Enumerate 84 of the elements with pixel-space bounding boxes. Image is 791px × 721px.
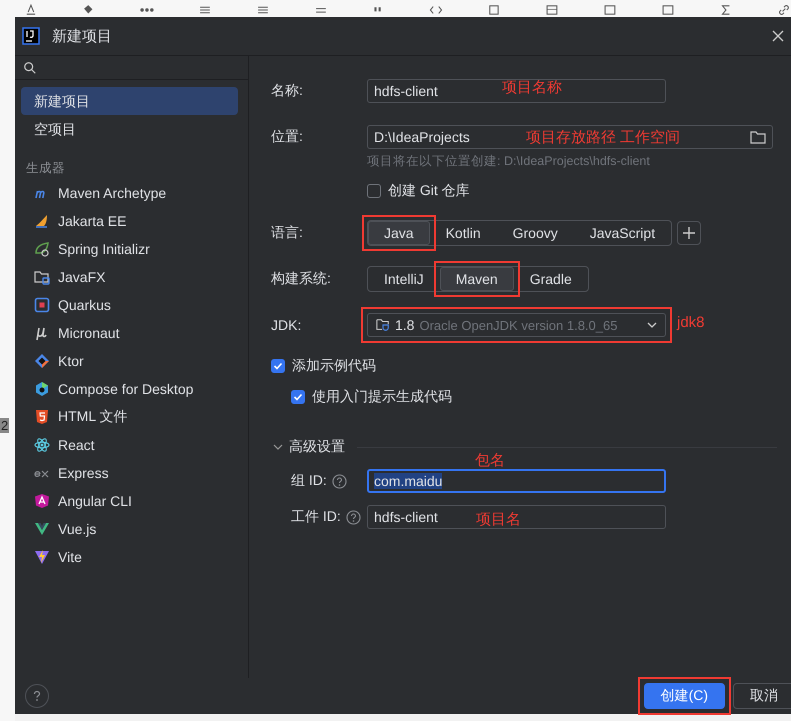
diamond-icon	[34, 353, 50, 369]
field-label: 位置:	[271, 128, 303, 144]
generator-item[interactable]: JavaFX	[58, 269, 106, 285]
generator-item[interactable]: Angular CLI	[58, 493, 132, 509]
sidebar-item[interactable]: 新建项目	[21, 87, 238, 115]
segment-option[interactable]: Maven	[440, 267, 514, 291]
add-button[interactable]	[677, 221, 702, 245]
toolbar-icon	[24, 3, 38, 17]
leaf-power-icon	[34, 241, 50, 257]
checkbox-label: 使用入门提示生成代码	[312, 388, 452, 406]
generator-item[interactable]: Spring Initializr	[58, 241, 150, 257]
folder-icon	[750, 130, 766, 144]
generator-item[interactable]: Vite	[58, 549, 82, 565]
hexagon-icon	[34, 381, 50, 397]
generator-item[interactable]: Ktor	[58, 353, 84, 369]
cancel-button[interactable]: 取消	[733, 683, 791, 709]
question-mark-icon	[31, 690, 43, 702]
shield-a-icon	[34, 493, 50, 509]
annotation-note: 项目名	[476, 510, 521, 529]
generator-item[interactable]: Compose for Desktop	[58, 381, 194, 397]
checkbox-label: 添加示例代码	[292, 357, 376, 375]
toolbar-icon	[487, 3, 502, 17]
segment-option[interactable]: JavaScript	[574, 221, 672, 245]
generator-item[interactable]: Express	[58, 465, 109, 481]
app-logo-icon	[22, 27, 40, 45]
atom-icon	[34, 437, 50, 453]
annotation-note: jdk8	[677, 314, 705, 331]
folder-icon	[34, 269, 50, 285]
create-button[interactable]: 创建(C)	[644, 683, 725, 709]
segment-option[interactable]: IntelliJ	[368, 267, 440, 291]
field-label: 工件 ID:	[291, 508, 341, 526]
line-number: 2	[0, 418, 10, 433]
generator-item[interactable]: Micronaut	[58, 325, 120, 341]
plus-icon	[682, 226, 696, 240]
field-label: 组 ID:	[291, 472, 327, 490]
checkbox[interactable]	[271, 359, 285, 373]
segment-option[interactable]: Gradle	[514, 267, 588, 291]
jdk-dropdown[interactable]: 1.8 Oracle OpenJDK version 1.8.0_65	[367, 313, 666, 337]
segment-option[interactable]: Java	[368, 221, 430, 245]
location-hint: 项目将在以下位置创建: D:\IdeaProjects\hdfs-client	[367, 153, 651, 170]
square-logo-icon	[34, 297, 50, 313]
field-label: 构建系统:	[271, 270, 331, 286]
help-button[interactable]	[25, 684, 49, 708]
segment-option[interactable]: Groovy	[496, 221, 574, 245]
toolbar-icon	[545, 3, 560, 17]
close-button[interactable]	[771, 29, 785, 43]
checkmark-icon	[273, 361, 283, 371]
input-field[interactable]: D:\IdeaProjects 项目存放路径 工作空间	[367, 125, 773, 149]
input-field[interactable]: hdfs-client 项目名称	[367, 79, 666, 103]
annotation-note: 项目名称	[502, 78, 562, 97]
bolt-triangle-icon	[34, 549, 50, 565]
generator-item[interactable]: HTML 文件	[58, 408, 128, 426]
help-icon	[346, 510, 361, 524]
checkmark-icon	[293, 392, 303, 402]
segment-option[interactable]: Kotlin	[430, 221, 497, 245]
generator-item[interactable]: Jakarta EE	[58, 213, 126, 229]
annotation-note: 项目存放路径 工作空间	[526, 128, 680, 147]
generator-item[interactable]: Vue.js	[58, 521, 96, 537]
sidebar-item[interactable]: 空项目	[21, 115, 238, 143]
help-icon	[332, 474, 347, 488]
field-label: JDK:	[271, 317, 302, 333]
dialog-title: 新建项目	[52, 26, 113, 46]
field-label: 语言:	[271, 224, 303, 240]
section-title[interactable]: 高级设置	[289, 438, 345, 456]
folder-cup-icon	[376, 318, 390, 332]
sail-icon	[34, 213, 50, 229]
field-label: 名称:	[271, 82, 303, 98]
toolbar-icon	[776, 3, 791, 17]
generator-item[interactable]: Quarkus	[58, 297, 111, 313]
shield-five-icon	[34, 409, 50, 425]
generator-item[interactable]: Maven Archetype	[58, 185, 166, 201]
input-field[interactable]: hdfs-client 项目名	[367, 505, 666, 529]
checkbox-label: 创建 Git 仓库	[388, 182, 470, 200]
section-heading: 生成器	[26, 160, 66, 177]
generator-item[interactable]: React	[58, 437, 95, 453]
v-logo-icon	[34, 521, 50, 537]
toolbar-icon	[603, 3, 618, 17]
annotation-note: 包名	[475, 451, 505, 470]
checkbox[interactable]	[367, 184, 381, 198]
checkbox[interactable]	[291, 390, 305, 404]
search-icon	[23, 60, 37, 74]
chevron-down-icon	[647, 320, 657, 330]
toolbar-icon	[429, 3, 444, 17]
toolbar-icon	[661, 3, 676, 17]
